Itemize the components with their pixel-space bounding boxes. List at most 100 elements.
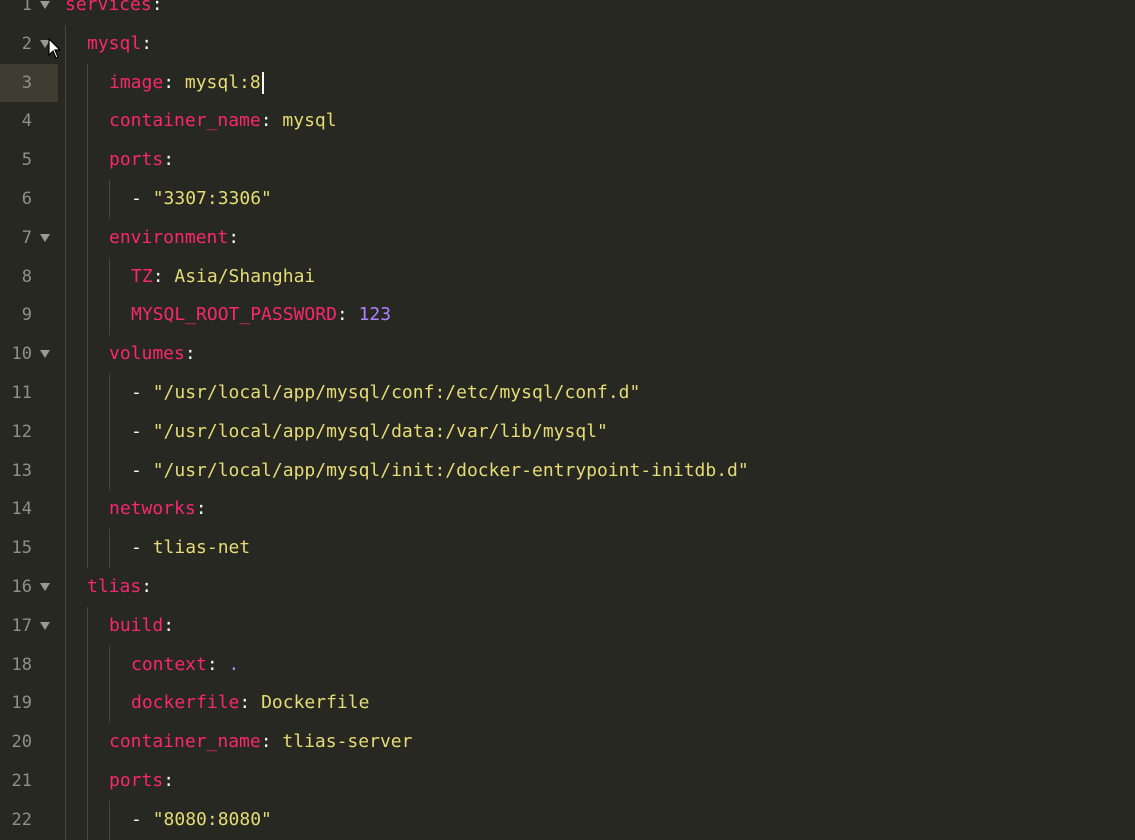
- yaml-punctuation: :: [151, 0, 163, 15]
- code-text: TZ: Asia/Shanghai: [0, 257, 1135, 297]
- code-text: services:: [0, 0, 1135, 25]
- yaml-key: container_name: [109, 110, 261, 132]
- code-line[interactable]: 2 mysql:: [0, 24, 1135, 64]
- code-line[interactable]: 18 context: .: [0, 645, 1135, 685]
- yaml-key: environment: [109, 226, 229, 248]
- yaml-key: MYSQL_ROOT_PASSWORD: [131, 304, 337, 326]
- yaml-value: "/usr/local/app/mysql/init:/docker-entry…: [152, 459, 749, 481]
- yaml-punctuation: :: [141, 32, 153, 54]
- yaml-punctuation: :: [152, 265, 175, 287]
- yaml-value: mysql:8: [184, 71, 261, 93]
- code-line[interactable]: 16 tlias:: [0, 567, 1135, 607]
- indent-guide: [109, 179, 110, 219]
- yaml-key: image: [109, 71, 164, 93]
- indent-guide: [65, 761, 66, 801]
- yaml-punctuation: -: [131, 187, 153, 209]
- yaml-value: 123: [358, 304, 392, 326]
- code-line[interactable]: 19 dockerfile: Dockerfile: [0, 684, 1135, 724]
- indent-guide: [65, 567, 66, 607]
- code-line[interactable]: 12- "/usr/local/app/mysql/data:/var/lib/…: [0, 412, 1135, 452]
- code-text: environment:: [0, 218, 1135, 258]
- yaml-key: services: [65, 0, 152, 15]
- indent-guide: [87, 606, 88, 646]
- yaml-value: "8080:8080": [152, 808, 272, 830]
- code-text: - "/usr/local/app/mysql/init:/docker-ent…: [0, 451, 1135, 491]
- yaml-punctuation: :: [195, 498, 207, 520]
- code-text: container_name: mysql: [0, 102, 1135, 142]
- text-caret: [261, 71, 264, 94]
- indent-guide: [109, 373, 110, 413]
- yaml-punctuation: -: [131, 420, 153, 442]
- code-line[interactable]: 9 MYSQL_ROOT_PASSWORD: 123: [0, 296, 1135, 336]
- code-text: - "/usr/local/app/mysql/data:/var/lib/my…: [0, 412, 1135, 452]
- indent-guide: [109, 257, 110, 297]
- code-line[interactable]: 10 volumes:: [0, 335, 1135, 374]
- yaml-punctuation: :: [260, 731, 283, 753]
- indent-guide: [65, 24, 66, 64]
- code-line[interactable]: 22- "8080:8080": [0, 800, 1135, 840]
- indent-guide: [65, 451, 66, 491]
- yaml-key: volumes: [109, 343, 185, 365]
- yaml-punctuation: :: [206, 653, 229, 675]
- code-line[interactable]: 4 container_name: mysql: [0, 102, 1135, 142]
- yaml-key: tlias: [87, 575, 142, 597]
- yaml-punctuation: -: [131, 459, 153, 481]
- indent-guide: [87, 761, 88, 801]
- code-line[interactable]: 3 image: mysql:8: [0, 63, 1135, 103]
- code-text: - "8080:8080": [0, 800, 1135, 840]
- indent-guide: [65, 490, 66, 530]
- indent-guide: [65, 179, 66, 219]
- code-line[interactable]: 1 services:: [0, 0, 1135, 25]
- code-text: image: mysql:8: [0, 63, 1135, 103]
- yaml-punctuation: :: [336, 304, 359, 326]
- indent-guide: [65, 63, 66, 103]
- code-text: volumes:: [0, 335, 1135, 374]
- yaml-punctuation: :: [239, 692, 262, 714]
- code-line[interactable]: 11- "/usr/local/app/mysql/conf:/etc/mysq…: [0, 373, 1135, 413]
- yaml-value: .: [228, 653, 240, 675]
- yaml-key: TZ: [131, 265, 153, 287]
- yaml-value: "/usr/local/app/mysql/data:/var/lib/mysq…: [152, 420, 608, 442]
- indent-guide: [65, 335, 66, 374]
- indent-guide: [87, 102, 88, 142]
- indent-guide: [65, 257, 66, 297]
- yaml-punctuation: :: [228, 226, 240, 248]
- indent-guide: [87, 179, 88, 219]
- code-line[interactable]: 8 TZ: Asia/Shanghai: [0, 257, 1135, 297]
- yaml-punctuation: :: [163, 614, 175, 636]
- indent-guide: [109, 529, 110, 568]
- code-line[interactable]: 14 networks:: [0, 490, 1135, 530]
- code-line[interactable]: 13- "/usr/local/app/mysql/init:/docker-e…: [0, 451, 1135, 491]
- indent-guide: [65, 412, 66, 452]
- code-line[interactable]: 17 build:: [0, 606, 1135, 646]
- code-text: ports:: [0, 761, 1135, 801]
- indent-guide: [87, 296, 88, 336]
- yaml-value: Dockerfile: [261, 692, 370, 714]
- code-line[interactable]: 15- tlias-net: [0, 529, 1135, 568]
- yaml-key: container_name: [109, 731, 261, 753]
- indent-guide: [65, 529, 66, 568]
- code-text: - "/usr/local/app/mysql/conf:/etc/mysql/…: [0, 373, 1135, 413]
- code-text: mysql:: [0, 24, 1135, 64]
- yaml-punctuation: :: [163, 149, 175, 171]
- indent-guide: [109, 412, 110, 452]
- indent-guide: [87, 141, 88, 180]
- code-line[interactable]: 20 container_name: tlias-server: [0, 723, 1135, 762]
- code-line[interactable]: 21 ports:: [0, 761, 1135, 801]
- yaml-punctuation: -: [131, 537, 153, 559]
- yaml-punctuation: :: [163, 769, 175, 791]
- indent-guide: [65, 102, 66, 142]
- code-line[interactable]: 7 environment:: [0, 218, 1135, 258]
- code-line[interactable]: 6- "3307:3306": [0, 179, 1135, 219]
- code-editor[interactable]: 1 services: 2 mysql: 3 image: mysql:8 4 contain…: [0, 0, 1135, 840]
- indent-guide: [65, 141, 66, 180]
- indent-guide: [65, 218, 66, 258]
- code-line[interactable]: 5 ports:: [0, 141, 1135, 180]
- indent-guide: [109, 645, 110, 685]
- indent-guide: [109, 684, 110, 724]
- indent-guide: [65, 723, 66, 762]
- indent-guide: [87, 800, 88, 840]
- indent-guide: [109, 296, 110, 336]
- yaml-value: mysql: [282, 110, 337, 132]
- yaml-key: build: [109, 614, 164, 636]
